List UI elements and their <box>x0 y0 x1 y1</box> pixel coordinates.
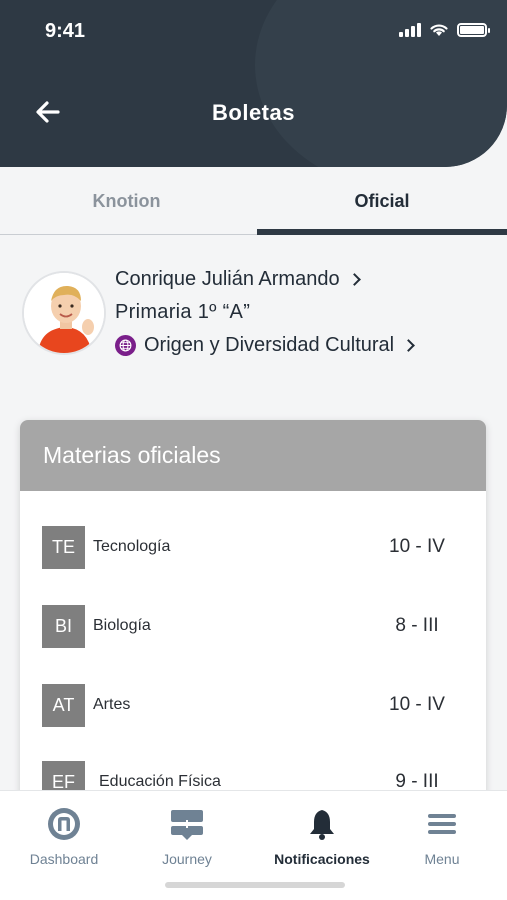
nav-label: Dashboard <box>29 851 99 867</box>
subject-name: Artes <box>93 696 131 713</box>
subject-row[interactable]: AT Artes 10 - IV <box>42 683 462 727</box>
student-grade: Primaria 1º “A” <box>115 301 251 323</box>
subject-row[interactable]: TE Tecnología 10 - IV <box>42 525 462 569</box>
student-photo <box>24 273 104 353</box>
subject-name: Educación Física <box>99 773 221 790</box>
page-title: Boletas <box>212 100 295 125</box>
tab-bar: Knotion Oficial <box>0 167 507 235</box>
subject-row[interactable]: BI Biología 8 - III <box>42 604 462 648</box>
nav-label: Journey <box>162 851 212 867</box>
nav-notificaciones[interactable]: Notificaciones <box>262 805 382 867</box>
student-name-link[interactable]: Conrique Julián Armando <box>115 268 361 291</box>
globe-icon <box>115 335 136 356</box>
wifi-icon <box>430 24 448 36</box>
status-time: 9:41 <box>45 20 86 42</box>
dashboard-icon <box>44 805 84 843</box>
subject-code: TE <box>42 525 85 569</box>
subject-code: AT <box>42 683 85 727</box>
signal-icon <box>399 22 421 37</box>
subject-name: Biología <box>93 617 151 634</box>
nav-journey[interactable]: Journey <box>127 805 247 867</box>
tab-knotion[interactable]: Knotion <box>0 167 253 235</box>
nav-label: Notificaciones <box>274 851 370 867</box>
nav-dashboard[interactable]: Dashboard <box>4 805 124 867</box>
program-link[interactable]: Origen y Diversidad Cultural <box>115 334 415 357</box>
program-name: Origen y Diversidad Cultural <box>144 334 395 356</box>
subject-name: Tecnología <box>93 538 171 555</box>
card-title: Materias oficiales <box>20 420 486 491</box>
avatar <box>22 271 106 355</box>
journey-icon <box>167 805 207 843</box>
subject-code: BI <box>42 604 85 648</box>
status-icons <box>399 22 490 37</box>
battery-icon <box>457 22 490 37</box>
menu-icon <box>422 805 462 843</box>
nav-menu[interactable]: Menu <box>382 805 502 867</box>
app-header: 9:41 Boletas <box>0 0 507 167</box>
tab-oficial[interactable]: Oficial <box>257 167 507 235</box>
bell-icon <box>302 805 342 843</box>
chevron-right-icon <box>347 273 361 286</box>
subjects-card: Materias oficiales TE Tecnología 10 - IV… <box>20 420 486 840</box>
chevron-right-icon <box>402 339 415 352</box>
home-indicator[interactable] <box>165 882 345 888</box>
subject-grade: 10 - IV <box>389 694 445 715</box>
subject-grade: 10 - IV <box>389 536 445 557</box>
nav-label: Menu <box>424 851 460 867</box>
subject-grade: 8 - III <box>395 615 439 636</box>
active-tab-indicator <box>257 229 507 235</box>
student-name: Conrique Julián Armando <box>115 268 340 290</box>
